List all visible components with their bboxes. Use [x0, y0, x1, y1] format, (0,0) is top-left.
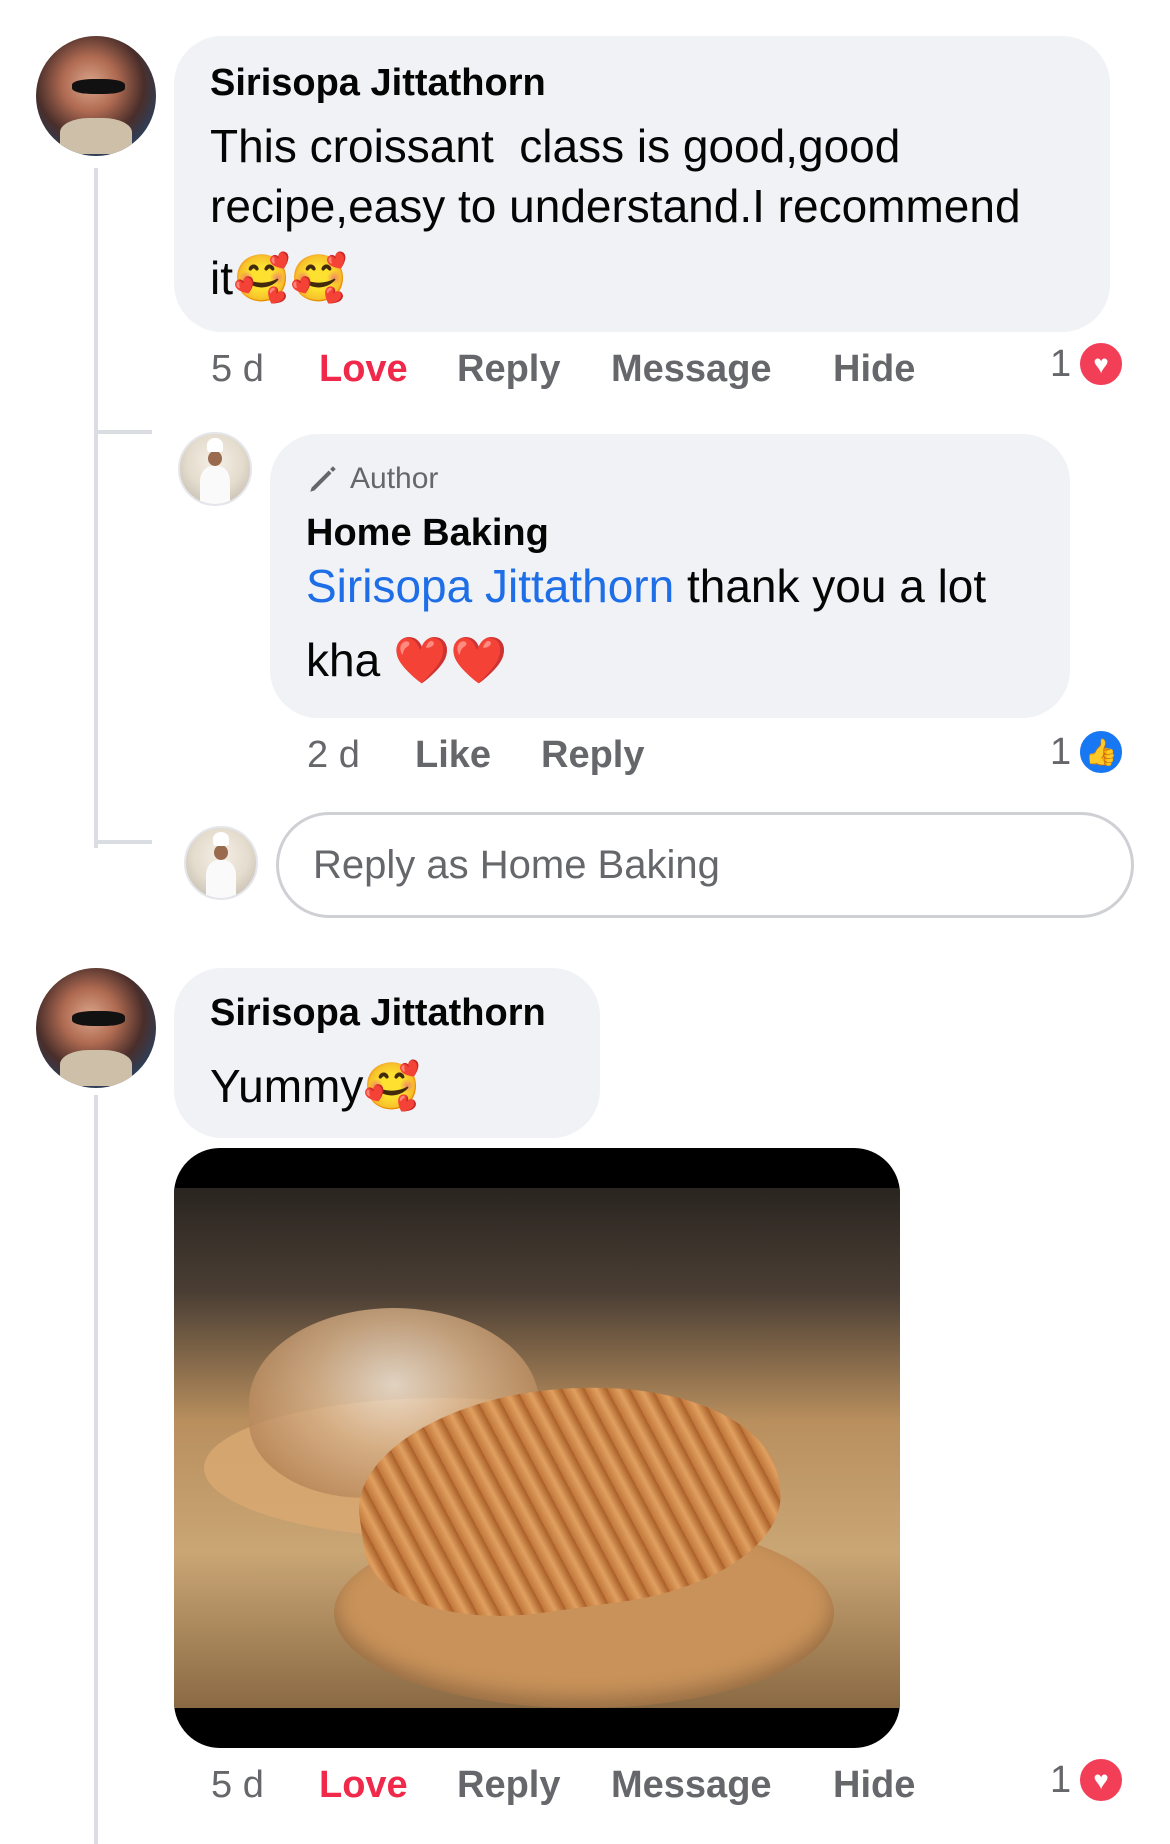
- heart-icon: ♥: [1077, 1756, 1126, 1804]
- comment-text-line: it🥰🥰: [210, 252, 348, 304]
- message-button[interactable]: Message: [611, 348, 772, 391]
- author-badge: Author: [306, 462, 438, 496]
- croissant-image: [174, 1188, 900, 1708]
- reaction-count: 1: [1050, 1758, 1072, 1801]
- comment-time[interactable]: 5 d: [211, 1764, 264, 1807]
- comment-actions: 5 d Love Reply Message Hide: [211, 348, 915, 394]
- reply-time[interactable]: 2 d: [307, 734, 360, 777]
- thread-line-2: [94, 1095, 98, 1844]
- comment-author[interactable]: Sirisopa Jittathorn: [210, 992, 546, 1035]
- reply-bubble[interactable]: Author Home Baking Sirisopa Jittathorn t…: [270, 434, 1070, 718]
- comment-text: Yummy🥰: [210, 1060, 421, 1112]
- comment-actions: 5 d Love Reply Message Hide: [211, 1764, 915, 1810]
- reaction-count: 1: [1050, 730, 1072, 773]
- thread-line: [94, 168, 98, 848]
- heart-icon: ♥: [1077, 340, 1126, 388]
- reaction-summary[interactable]: 1 ♥: [1050, 1756, 1126, 1804]
- reply-input-placeholder: Reply as Home Baking: [313, 842, 720, 887]
- thread-branch-input: [94, 840, 152, 844]
- reply-text-line: kha ❤️❤️: [306, 634, 508, 686]
- comment-bubble[interactable]: Sirisopa Jittathorn Yummy🥰: [174, 968, 600, 1138]
- mention-link[interactable]: Sirisopa Jittathorn: [306, 560, 674, 612]
- reaction-summary[interactable]: 1 ♥: [1050, 340, 1126, 388]
- hide-button[interactable]: Hide: [833, 348, 915, 391]
- reply-input[interactable]: Reply as Home Baking: [276, 812, 1134, 918]
- reply-text-line: Sirisopa Jittathorn thank you a lot: [306, 556, 986, 616]
- avatar: [184, 826, 258, 900]
- message-button[interactable]: Message: [611, 1764, 772, 1807]
- comment-author[interactable]: Sirisopa Jittathorn: [210, 62, 546, 105]
- comment-time[interactable]: 5 d: [211, 348, 264, 391]
- reaction-count: 1: [1050, 342, 1072, 385]
- love-button[interactable]: Love: [319, 348, 408, 391]
- like-button[interactable]: Like: [415, 734, 491, 777]
- comment-photo[interactable]: [174, 1148, 900, 1748]
- avatar[interactable]: [36, 36, 156, 156]
- author-badge-label: Author: [350, 462, 439, 495]
- reply-actions: 2 d Like Reply: [307, 734, 707, 780]
- reaction-summary[interactable]: 1 👍: [1050, 728, 1126, 776]
- reply-text: thank you a lot: [674, 560, 987, 612]
- reply-button[interactable]: Reply: [541, 734, 644, 777]
- avatar[interactable]: [178, 432, 252, 506]
- comment-bubble[interactable]: Sirisopa Jittathorn This croissant class…: [174, 36, 1110, 332]
- avatar[interactable]: [36, 968, 156, 1088]
- comment-text-line: recipe,easy to understand.I recommend: [210, 180, 1021, 232]
- hide-button[interactable]: Hide: [833, 1764, 915, 1807]
- thread-branch-reply: [94, 430, 152, 434]
- reply-author[interactable]: Home Baking: [306, 512, 549, 555]
- comment-text-line: This croissant class is good,good: [210, 120, 901, 172]
- love-button[interactable]: Love: [319, 1764, 408, 1807]
- thumbs-up-icon: 👍: [1077, 728, 1126, 776]
- reply-button[interactable]: Reply: [457, 348, 560, 391]
- pen-icon: [310, 466, 336, 492]
- reply-button[interactable]: Reply: [457, 1764, 560, 1807]
